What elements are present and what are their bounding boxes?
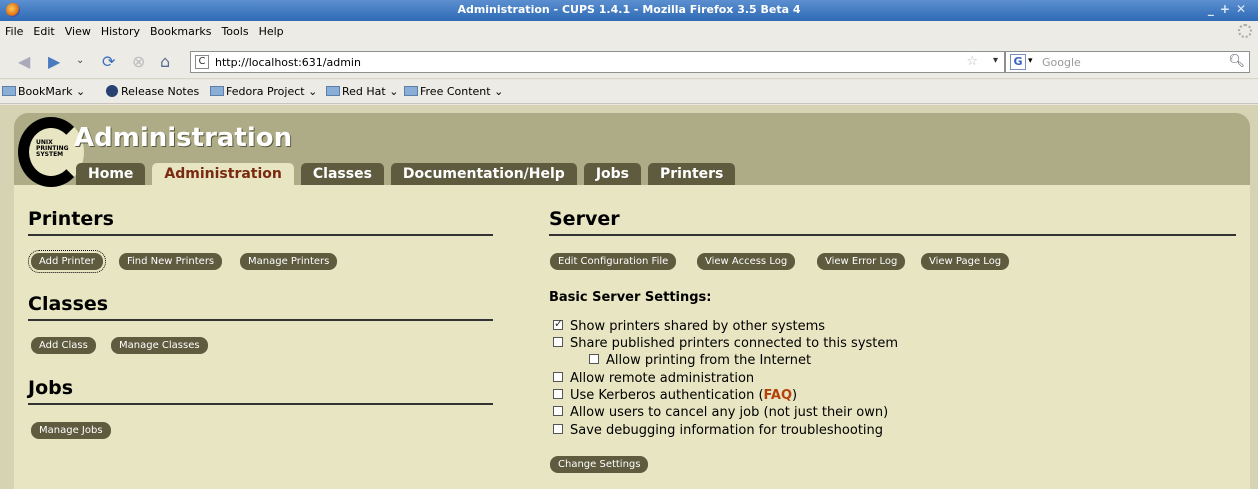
bookmark-star-icon[interactable]: ☆	[966, 54, 978, 69]
url-dropdown-icon[interactable]: ▾	[993, 55, 998, 66]
menu-edit[interactable]: Edit	[28, 21, 59, 38]
menu-help[interactable]: Help	[254, 21, 289, 38]
checkbox[interactable]	[553, 389, 563, 399]
folder-icon	[404, 86, 418, 96]
forward-icon[interactable]: ▶	[48, 52, 60, 71]
tab-jobs[interactable]: Jobs	[583, 163, 642, 185]
basic-server-settings-heading: Basic Server Settings:	[549, 290, 712, 305]
bookmark-folder-bookmark[interactable]: BookMark ⌄	[2, 85, 85, 98]
jobs-heading: Jobs	[28, 377, 493, 405]
setting-cancel-any-job[interactable]: Allow users to cancel any job (not just …	[553, 405, 888, 420]
cups-header: UNIX PRINTING SYSTEM Administration Home…	[14, 113, 1250, 187]
manage-printers-button[interactable]: Manage Printers	[240, 253, 338, 270]
bookmark-folder-fedora-project[interactable]: Fedora Project ⌄	[210, 85, 317, 98]
menu-file[interactable]: File	[0, 21, 28, 38]
view-page-log-button[interactable]: View Page Log	[921, 253, 1010, 270]
folder-icon	[326, 86, 340, 96]
edit-configuration-file-button[interactable]: Edit Configuration File	[550, 253, 677, 270]
fedora-icon	[106, 85, 118, 97]
printers-heading: Printers	[28, 208, 493, 236]
tab-home[interactable]: Home	[76, 163, 146, 185]
window-controls[interactable]: _+✕	[1208, 2, 1252, 16]
window-titlebar: Administration - CUPS 1.4.1 - Mozilla Fi…	[0, 0, 1258, 21]
setting-remote-administration[interactable]: Allow remote administration	[553, 371, 754, 386]
url-text[interactable]: http://localhost:631/admin	[215, 56, 361, 69]
manage-classes-button[interactable]: Manage Classes	[111, 337, 208, 354]
bookmark-release-notes[interactable]: Release Notes	[106, 85, 199, 98]
manage-jobs-button[interactable]: Manage Jobs	[31, 422, 111, 439]
classes-heading: Classes	[28, 293, 493, 321]
google-icon[interactable]: G	[1010, 54, 1026, 70]
reload-icon[interactable]: ⟳	[102, 52, 115, 71]
find-new-printers-button[interactable]: Find New Printers	[119, 253, 223, 270]
cups-tabs: Home Administration Classes Documentation/H…	[76, 163, 742, 185]
view-access-log-button[interactable]: View Access Log	[697, 253, 796, 270]
tab-administration[interactable]: Administration	[152, 163, 294, 185]
tab-classes[interactable]: Classes	[300, 163, 384, 185]
tab-documentation-help[interactable]: Documentation/Help	[390, 163, 577, 185]
menu-tools[interactable]: Tools	[216, 21, 253, 38]
cups-logo-text: UNIX PRINTING SYSTEM	[36, 139, 69, 158]
window-title: Administration - CUPS 1.4.1 - Mozilla Fi…	[457, 3, 801, 16]
history-dropdown-icon[interactable]: ⌄	[76, 55, 84, 66]
menu-view[interactable]: View	[60, 21, 96, 38]
bookmark-folder-free-content[interactable]: Free Content ⌄	[404, 85, 503, 98]
change-settings-button[interactable]: Change Settings	[550, 456, 649, 473]
checkbox[interactable]	[553, 424, 563, 434]
page-content: UNIX PRINTING SYSTEM Administration Home…	[0, 105, 1258, 489]
stop-icon[interactable]: ⊗	[132, 52, 145, 71]
bookmarks-toolbar: BookMark ⌄ Release Notes Fedora Project …	[0, 80, 1258, 104]
site-identity-icon[interactable]: C	[195, 55, 209, 69]
menu-bookmarks[interactable]: Bookmarks	[145, 21, 216, 38]
url-bar[interactable]: C http://localhost:631/admin ☆ ▾	[190, 51, 1005, 73]
view-error-log-button[interactable]: View Error Log	[817, 253, 906, 270]
tab-printers[interactable]: Printers	[648, 163, 736, 185]
folder-icon	[210, 86, 224, 96]
bookmark-folder-red-hat[interactable]: Red Hat ⌄	[326, 85, 398, 98]
add-class-button[interactable]: Add Class	[31, 337, 96, 354]
search-engine-dropdown-icon[interactable]: ▾	[1028, 56, 1033, 66]
throbber-icon	[1238, 24, 1252, 38]
checkbox[interactable]	[553, 337, 563, 347]
checkbox[interactable]	[589, 354, 599, 364]
setting-share-printers[interactable]: Share published printers connected to th…	[553, 336, 898, 351]
search-bar[interactable]: G ▾ Google 🔍︎	[1005, 51, 1250, 73]
checkbox[interactable]	[553, 317, 563, 330]
search-icon[interactable]: 🔍︎	[1228, 54, 1245, 69]
page-title: Administration	[74, 123, 293, 153]
add-printer-button[interactable]: Add Printer	[28, 250, 106, 273]
home-icon[interactable]: ⌂	[160, 52, 170, 71]
setting-kerberos[interactable]: Use Kerberos authentication (FAQ)	[553, 388, 797, 403]
server-heading: Server	[549, 208, 1236, 236]
setting-debug-logging[interactable]: Save debugging information for troublesh…	[553, 423, 883, 438]
search-placeholder[interactable]: Google	[1042, 56, 1081, 69]
back-icon[interactable]: ◀	[18, 52, 30, 71]
setting-allow-internet-printing[interactable]: Allow printing from the Internet	[589, 353, 811, 368]
menu-history[interactable]: History	[96, 21, 145, 38]
checkbox[interactable]	[553, 372, 563, 382]
setting-show-shared-printers[interactable]: Show printers shared by other systems	[553, 317, 825, 334]
checkbox[interactable]	[553, 406, 563, 416]
navigation-toolbar: ◀ ▶ ⌄ ⟳ ⊗ ⌂ C http://localhost:631/admin…	[0, 43, 1258, 79]
menu-bar: File Edit View History Bookmarks Tools Help	[0, 21, 1258, 43]
faq-link[interactable]: FAQ	[764, 388, 793, 403]
folder-icon	[2, 86, 16, 96]
cups-panel: UNIX PRINTING SYSTEM Administration Home…	[14, 113, 1250, 489]
